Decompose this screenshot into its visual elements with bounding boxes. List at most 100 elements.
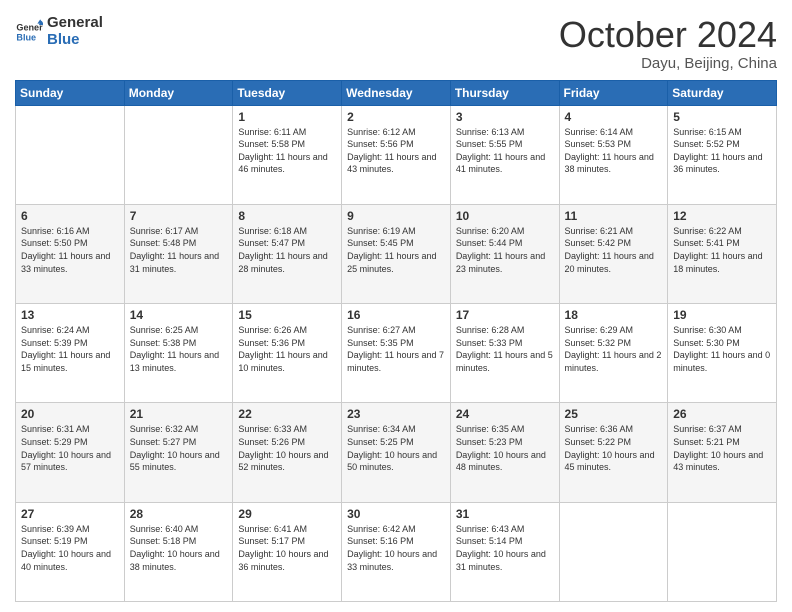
calendar-cell: 23 Sunrise: 6:34 AMSunset: 5:25 PMDayligh… bbox=[342, 403, 451, 502]
svg-text:General: General bbox=[16, 22, 43, 32]
svg-text:Blue: Blue bbox=[16, 32, 36, 42]
day-info: Sunrise: 6:15 AMSunset: 5:52 PMDaylight:… bbox=[673, 126, 771, 176]
calendar-cell bbox=[16, 105, 125, 204]
calendar-cell: 1 Sunrise: 6:11 AMSunset: 5:58 PMDaylight… bbox=[233, 105, 342, 204]
weekday-tuesday: Tuesday bbox=[233, 80, 342, 105]
calendar-cell: 22 Sunrise: 6:33 AMSunset: 5:26 PMDayligh… bbox=[233, 403, 342, 502]
calendar-week-3: 20 Sunrise: 6:31 AMSunset: 5:29 PMDayligh… bbox=[16, 403, 777, 502]
calendar-cell: 28 Sunrise: 6:40 AMSunset: 5:18 PMDayligh… bbox=[124, 502, 233, 601]
day-info: Sunrise: 6:13 AMSunset: 5:55 PMDaylight:… bbox=[456, 126, 554, 176]
calendar-cell: 10 Sunrise: 6:20 AMSunset: 5:44 PMDayligh… bbox=[450, 204, 559, 303]
day-info: Sunrise: 6:40 AMSunset: 5:18 PMDaylight:… bbox=[130, 523, 228, 573]
calendar-cell: 20 Sunrise: 6:31 AMSunset: 5:29 PMDayligh… bbox=[16, 403, 125, 502]
calendar-cell: 5Sunrise: 6:15 AMSunset: 5:52 PMDaylight… bbox=[668, 105, 777, 204]
calendar-week-0: 1 Sunrise: 6:11 AMSunset: 5:58 PMDaylight… bbox=[16, 105, 777, 204]
calendar-cell: 8Sunrise: 6:18 AMSunset: 5:47 PMDaylight… bbox=[233, 204, 342, 303]
calendar-cell: 15 Sunrise: 6:26 AMSunset: 5:36 PMDayligh… bbox=[233, 304, 342, 403]
day-number: 18 bbox=[565, 308, 663, 322]
day-number: 1 bbox=[238, 110, 336, 124]
day-info: Sunrise: 6:33 AMSunset: 5:26 PMDaylight:… bbox=[238, 423, 336, 473]
day-info: Sunrise: 6:25 AMSunset: 5:38 PMDaylight:… bbox=[130, 324, 228, 374]
day-number: 7 bbox=[130, 209, 228, 223]
day-number: 14 bbox=[130, 308, 228, 322]
day-info: Sunrise: 6:17 AMSunset: 5:48 PMDaylight:… bbox=[130, 225, 228, 275]
logo-icon: General Blue bbox=[15, 18, 43, 46]
day-info: Sunrise: 6:19 AMSunset: 5:45 PMDaylight:… bbox=[347, 225, 445, 275]
day-info: Sunrise: 6:16 AMSunset: 5:50 PMDaylight:… bbox=[21, 225, 119, 275]
day-info: Sunrise: 6:20 AMSunset: 5:44 PMDaylight:… bbox=[456, 225, 554, 275]
calendar-cell: 16Sunrise: 6:27 AMSunset: 5:35 PMDayligh… bbox=[342, 304, 451, 403]
day-info: Sunrise: 6:21 AMSunset: 5:42 PMDaylight:… bbox=[565, 225, 663, 275]
calendar-cell: 7 Sunrise: 6:17 AMSunset: 5:48 PMDaylight… bbox=[124, 204, 233, 303]
month-title: October 2024 bbox=[559, 15, 777, 55]
weekday-friday: Friday bbox=[559, 80, 668, 105]
calendar-cell: 12Sunrise: 6:22 AMSunset: 5:41 PMDayligh… bbox=[668, 204, 777, 303]
day-number: 10 bbox=[456, 209, 554, 223]
day-number: 22 bbox=[238, 407, 336, 421]
calendar-cell: 24 Sunrise: 6:35 AMSunset: 5:23 PMDayligh… bbox=[450, 403, 559, 502]
day-info: Sunrise: 6:31 AMSunset: 5:29 PMDaylight:… bbox=[21, 423, 119, 473]
day-number: 8 bbox=[238, 209, 336, 223]
calendar-cell: 4 Sunrise: 6:14 AMSunset: 5:53 PMDaylight… bbox=[559, 105, 668, 204]
header: General Blue General Blue October 2024 D… bbox=[15, 15, 777, 72]
location: Dayu, Beijing, China bbox=[559, 55, 777, 72]
calendar-cell bbox=[668, 502, 777, 601]
calendar-week-4: 27 Sunrise: 6:39 AMSunset: 5:19 PMDayligh… bbox=[16, 502, 777, 601]
day-number: 3 bbox=[456, 110, 554, 124]
day-number: 29 bbox=[238, 507, 336, 521]
day-number: 24 bbox=[456, 407, 554, 421]
calendar-cell: 11Sunrise: 6:21 AMSunset: 5:42 PMDayligh… bbox=[559, 204, 668, 303]
day-number: 25 bbox=[565, 407, 663, 421]
day-number: 23 bbox=[347, 407, 445, 421]
day-info: Sunrise: 6:39 AMSunset: 5:19 PMDaylight:… bbox=[21, 523, 119, 573]
day-number: 31 bbox=[456, 507, 554, 521]
logo-line1: General bbox=[47, 15, 103, 32]
calendar-cell: 3 Sunrise: 6:13 AMSunset: 5:55 PMDaylight… bbox=[450, 105, 559, 204]
weekday-monday: Monday bbox=[124, 80, 233, 105]
calendar-cell: 2 Sunrise: 6:12 AMSunset: 5:56 PMDaylight… bbox=[342, 105, 451, 204]
calendar-cell: 18 Sunrise: 6:29 AMSunset: 5:32 PMDayligh… bbox=[559, 304, 668, 403]
day-number: 30 bbox=[347, 507, 445, 521]
title-area: October 2024 Dayu, Beijing, China bbox=[559, 15, 777, 72]
day-info: Sunrise: 6:14 AMSunset: 5:53 PMDaylight:… bbox=[565, 126, 663, 176]
day-info: Sunrise: 6:36 AMSunset: 5:22 PMDaylight:… bbox=[565, 423, 663, 473]
calendar-week-1: 6 Sunrise: 6:16 AMSunset: 5:50 PMDaylight… bbox=[16, 204, 777, 303]
day-info: Sunrise: 6:12 AMSunset: 5:56 PMDaylight:… bbox=[347, 126, 445, 176]
page: General Blue General Blue October 2024 D… bbox=[0, 0, 792, 612]
weekday-sunday: Sunday bbox=[16, 80, 125, 105]
day-number: 26 bbox=[673, 407, 771, 421]
day-number: 15 bbox=[238, 308, 336, 322]
day-info: Sunrise: 6:22 AMSunset: 5:41 PMDaylight:… bbox=[673, 225, 771, 275]
day-number: 20 bbox=[21, 407, 119, 421]
day-number: 21 bbox=[130, 407, 228, 421]
day-number: 28 bbox=[130, 507, 228, 521]
weekday-header-row: SundayMondayTuesdayWednesdayThursdayFrid… bbox=[16, 80, 777, 105]
day-info: Sunrise: 6:35 AMSunset: 5:23 PMDaylight:… bbox=[456, 423, 554, 473]
day-info: Sunrise: 6:34 AMSunset: 5:25 PMDaylight:… bbox=[347, 423, 445, 473]
day-info: Sunrise: 6:11 AMSunset: 5:58 PMDaylight:… bbox=[238, 126, 336, 176]
day-info: Sunrise: 6:24 AMSunset: 5:39 PMDaylight:… bbox=[21, 324, 119, 374]
calendar-cell: 17Sunrise: 6:28 AMSunset: 5:33 PMDayligh… bbox=[450, 304, 559, 403]
day-info: Sunrise: 6:29 AMSunset: 5:32 PMDaylight:… bbox=[565, 324, 663, 374]
day-info: Sunrise: 6:30 AMSunset: 5:30 PMDaylight:… bbox=[673, 324, 771, 374]
day-info: Sunrise: 6:26 AMSunset: 5:36 PMDaylight:… bbox=[238, 324, 336, 374]
day-number: 27 bbox=[21, 507, 119, 521]
logo-line2: Blue bbox=[47, 32, 103, 49]
day-number: 2 bbox=[347, 110, 445, 124]
calendar-cell: 14 Sunrise: 6:25 AMSunset: 5:38 PMDayligh… bbox=[124, 304, 233, 403]
day-number: 16 bbox=[347, 308, 445, 322]
day-number: 13 bbox=[21, 308, 119, 322]
day-info: Sunrise: 6:43 AMSunset: 5:14 PMDaylight:… bbox=[456, 523, 554, 573]
day-number: 6 bbox=[21, 209, 119, 223]
logo: General Blue General Blue bbox=[15, 15, 103, 48]
day-number: 4 bbox=[565, 110, 663, 124]
calendar-week-2: 13 Sunrise: 6:24 AMSunset: 5:39 PMDayligh… bbox=[16, 304, 777, 403]
day-number: 19 bbox=[673, 308, 771, 322]
calendar-cell: 29Sunrise: 6:41 AMSunset: 5:17 PMDayligh… bbox=[233, 502, 342, 601]
calendar-cell: 6 Sunrise: 6:16 AMSunset: 5:50 PMDaylight… bbox=[16, 204, 125, 303]
calendar-cell: 21Sunrise: 6:32 AMSunset: 5:27 PMDayligh… bbox=[124, 403, 233, 502]
day-number: 17 bbox=[456, 308, 554, 322]
calendar-cell: 27 Sunrise: 6:39 AMSunset: 5:19 PMDayligh… bbox=[16, 502, 125, 601]
calendar-cell: 13 Sunrise: 6:24 AMSunset: 5:39 PMDayligh… bbox=[16, 304, 125, 403]
calendar-cell: 30Sunrise: 6:42 AMSunset: 5:16 PMDayligh… bbox=[342, 502, 451, 601]
